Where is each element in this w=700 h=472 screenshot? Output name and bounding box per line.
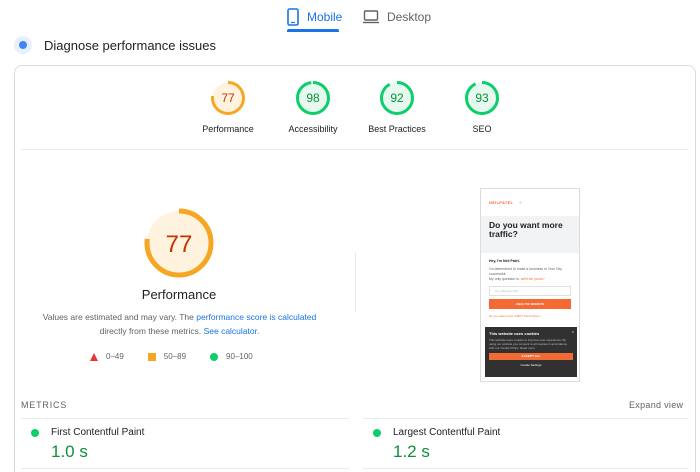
preview-headline: Do you want more traffic? (489, 220, 563, 239)
gauge-ring: 93 (465, 81, 499, 115)
preview-question: My only question is, (489, 277, 521, 281)
lab-data-icon (14, 36, 32, 54)
score-label: Best Practices (368, 124, 426, 134)
tab-mobile-label: Mobile (307, 9, 343, 24)
expand-view-button[interactable]: Expand view (629, 400, 683, 410)
performance-label: Performance (141, 287, 217, 302)
performance-score-link[interactable]: performance score is calculated (196, 312, 316, 322)
score-gauge-performance[interactable]: 77 Performance (183, 80, 273, 134)
score-gauge-best-practices[interactable]: 92 Best Practices (352, 80, 442, 134)
preview-analyze-button: ANALYZE WEBSITE (489, 299, 571, 309)
desktop-icon (363, 9, 379, 24)
cookie-settings: Cookie Settings (520, 363, 542, 367)
divider (21, 418, 349, 419)
tab-desktop[interactable]: Desktop (363, 0, 431, 33)
preview-greeting: Hey, I'm Neil Patel. (489, 259, 520, 263)
score-value: 98 (306, 91, 320, 105)
phone-icon (287, 7, 299, 26)
metric-value: 1.2 s (393, 442, 430, 461)
gauge-ring: 92 (380, 81, 414, 115)
section-title: Diagnose performance issues (44, 37, 216, 53)
calculator-link[interactable]: See calculator. (204, 326, 260, 336)
active-tab-indicator (287, 29, 339, 32)
preview-body: I'm determined to make a business in You… (489, 267, 562, 276)
legend-item-pass: 90–100 (210, 352, 253, 361)
preview-subline: Do you want more traffic? Scroll down... (489, 314, 542, 318)
divider (363, 418, 688, 419)
close-icon: × (571, 329, 574, 334)
metric-largest-contentful-paint: Largest Contentful Paint 1.2 s (373, 427, 500, 462)
gauge-ring: 98 (296, 81, 330, 115)
score-value: 77 (221, 91, 235, 105)
vertical-divider (355, 252, 356, 312)
square-icon (147, 352, 156, 361)
cookie-text: This website uses cookies to improve use… (489, 338, 568, 350)
score-label: Performance (202, 124, 254, 134)
pass-circle-icon (31, 428, 39, 437)
estimate-note: Values are estimated and may vary. The p… (38, 310, 321, 338)
legend-range: 50–89 (163, 352, 187, 361)
legend-range: 90–100 (226, 352, 253, 361)
page-screenshot-preview: NEILPATEL ≡ · Do you want more traffic? … (480, 188, 580, 382)
metric-name: First Contentful Paint (51, 427, 145, 438)
metric-first-contentful-paint: First Contentful Paint 1.0 s (31, 427, 144, 462)
divider (21, 149, 688, 150)
legend-item-fail: 0–49 (90, 352, 124, 361)
diagnose-header: Diagnose performance issues (14, 36, 216, 54)
performance-score-large: 77 (166, 231, 193, 258)
score-value: 92 (390, 91, 404, 105)
gauge-ring: 77 (211, 81, 245, 115)
divider (363, 468, 688, 469)
score-gauge-seo[interactable]: 93 SEO (437, 80, 527, 134)
circle-icon (210, 352, 219, 361)
estimate-text-2: directly from these metrics. (99, 326, 204, 336)
legend-range: 0–49 (106, 352, 124, 361)
triangle-icon (90, 352, 98, 361)
score-legend: 0–49 50–89 90–100 (90, 352, 277, 361)
pass-circle-icon (373, 428, 381, 437)
score-value: 93 (475, 91, 489, 105)
estimate-text: Values are estimated and may vary. The (42, 312, 197, 322)
metrics-heading: METRICS (21, 400, 68, 410)
device-tabs: Mobile Desktop (0, 0, 700, 33)
score-label: SEO (472, 124, 492, 134)
divider (21, 468, 349, 469)
score-gauges: 77 Performance 98 Accessibility 92 Best … (0, 80, 700, 140)
legend-item-average: 50–89 (147, 352, 187, 361)
menu-icon: ≡ · (519, 200, 525, 205)
performance-gauge-large: 77 (144, 208, 214, 278)
site-logo: NEILPATEL (489, 200, 514, 205)
tab-desktop-label: Desktop (387, 9, 432, 24)
metric-name: Largest Contentful Paint (393, 427, 501, 438)
preview-cookie-banner: × This website uses cookies This website… (485, 327, 577, 377)
preview-url-input: Your Website URL (489, 286, 571, 296)
preview-question-link: will it be yours? (520, 277, 545, 281)
cookie-title: This website uses cookies (489, 331, 540, 336)
cookie-accept-button: ACCEPT ALL (489, 353, 573, 360)
score-gauge-accessibility[interactable]: 98 Accessibility (268, 80, 358, 134)
score-label: Accessibility (288, 124, 338, 134)
metric-value: 1.0 s (51, 442, 88, 461)
